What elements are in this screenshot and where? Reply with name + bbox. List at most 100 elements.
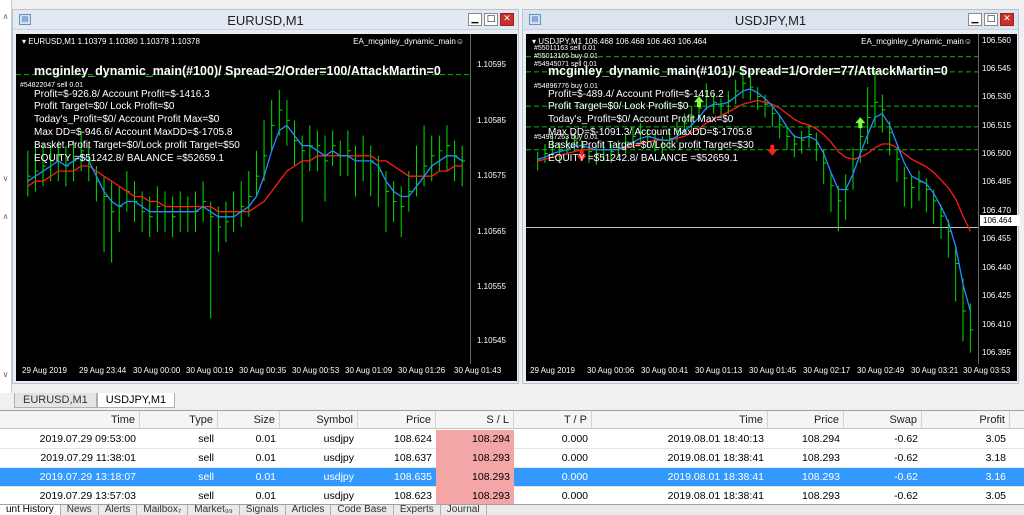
terminal-tab[interactable]: unt History <box>0 505 61 515</box>
table-row[interactable]: 2019.07.29 09:53:00 sell 0.01 usdjpy 108.624… <box>0 430 1024 449</box>
column-header-close-price[interactable]: Price <box>768 411 844 429</box>
window-titlebar[interactable]: ▤ USDJPY,M1 ▁ □ ✕ <box>523 10 1018 30</box>
maximize-button[interactable]: □ <box>984 13 998 26</box>
time-label: 30 Aug 03:53 <box>963 366 1011 375</box>
column-header-stop-loss[interactable]: S / L <box>436 411 514 429</box>
column-header-symbol[interactable]: Symbol <box>280 411 358 429</box>
cell-open-time: 2019.07.29 11:38:01 <box>40 452 136 464</box>
terminal-tab[interactable]: Experts <box>394 505 441 515</box>
time-label: 30 Aug 00:19 <box>186 366 234 375</box>
time-label: 30 Aug 01:26 <box>398 366 446 375</box>
cell-type: sell <box>198 433 214 445</box>
terminal-tab[interactable]: Mailbox₇ <box>137 505 189 515</box>
column-header-swap[interactable]: Swap <box>844 411 922 429</box>
price-scale[interactable]: 1.10595 1.10585 1.10575 1.10565 1.10555 … <box>470 34 517 364</box>
column-header-take-profit[interactable]: T / P <box>514 411 592 429</box>
price-chart[interactable]: ▾ USDJPY,M1 106.468 106.468 106.463 106.… <box>526 34 978 364</box>
close-button[interactable]: ✕ <box>500 13 514 26</box>
cell-profit: 3.18 <box>985 452 1006 464</box>
stat-max-dd: Max DD=$-946.6/ Account MaxDD=$-1705.8 <box>34 127 233 138</box>
window-title: USDJPY,M1 <box>734 13 807 28</box>
terminal-tab[interactable]: Alerts <box>99 505 138 515</box>
price-label: 1.10555 <box>477 282 506 291</box>
cell-close-time: 2019.08.01 18:40:13 <box>667 433 764 445</box>
cell-type: sell <box>198 471 214 483</box>
column-header-profit[interactable]: Profit <box>922 411 1010 429</box>
time-scale[interactable]: 29 Aug 2019 30 Aug 00:06 30 Aug 00:41 30… <box>526 364 1017 381</box>
time-label: 30 Aug 00:35 <box>239 366 287 375</box>
cell-profit: 3.05 <box>985 433 1006 445</box>
stat-basket-target: Basket Profit Target=$0/Lock profit Targ… <box>34 140 240 151</box>
price-label: 106.470 <box>982 206 1011 215</box>
chart-window-eurusd[interactable]: ▤ EURUSD,M1 ▁ □ ✕ ▾ EURUSD,M1 1.10379 1.… <box>12 9 519 384</box>
cell-stop-loss: 108.293 <box>436 449 514 468</box>
stat-profit-target: Profit Target=$0/ Lock Profit=$0 <box>548 101 689 112</box>
slow-ma-line <box>27 155 463 213</box>
stat-basket-target: Basket Profit Target=$0/Lock profit Targ… <box>548 140 754 151</box>
terminal-tab[interactable]: Journal <box>441 505 487 515</box>
window-title: EURUSD,M1 <box>227 13 304 28</box>
cell-close-time: 2019.08.01 18:38:41 <box>667 452 764 464</box>
time-label: 30 Aug 02:49 <box>857 366 905 375</box>
minimize-button[interactable]: ▁ <box>468 13 482 26</box>
sell-arrow-icon <box>767 144 778 156</box>
stat-equity-balance: EQUITY =$51242.8/ BALANCE =$52659.1 <box>34 153 224 164</box>
cell-swap: -0.62 <box>894 433 918 445</box>
price-label: 106.545 <box>982 64 1011 73</box>
table-row[interactable]: 2019.07.29 11:38:01 sell 0.01 usdjpy 108.637… <box>0 449 1024 468</box>
cell-take-profit: 0.000 <box>561 471 588 483</box>
chart-window-usdjpy[interactable]: ▤ USDJPY,M1 ▁ □ ✕ ▾ USDJPY,M1 106.468 10… <box>522 9 1020 384</box>
terminal-tab[interactable]: News <box>61 505 99 515</box>
terminal-tab[interactable]: Code Base <box>331 505 394 515</box>
cell-stop-loss: 108.294 <box>436 430 514 449</box>
price-scale[interactable]: 106.560 106.545 106.530 106.515 106.500 … <box>978 34 1020 364</box>
scroll-down-arrow-icon[interactable]: ∨ <box>1 172 10 186</box>
scroll-up-arrow-icon[interactable]: ∧ <box>1 10 10 24</box>
minimize-button[interactable]: ▁ <box>968 13 982 26</box>
maximize-button[interactable]: □ <box>484 13 498 26</box>
scroll-down-arrow-icon[interactable]: ∨ <box>1 368 10 382</box>
column-header-type[interactable]: Type <box>140 411 218 429</box>
window-titlebar[interactable]: ▤ EURUSD,M1 ▁ □ ✕ <box>13 10 518 30</box>
price-label: 1.10545 <box>477 336 506 345</box>
time-label: 30 Aug 00:41 <box>641 366 689 375</box>
terminal-tab[interactable]: Signals <box>240 505 286 515</box>
cell-close-price: 108.294 <box>802 433 840 445</box>
cell-size: 0.01 <box>255 471 276 483</box>
price-label: 1.10565 <box>477 227 506 236</box>
cell-size: 0.01 <box>255 452 276 464</box>
chart-tab-bar: EURUSD,M1 USDJPY,M1 <box>14 393 176 408</box>
close-button[interactable]: ✕ <box>1000 13 1014 26</box>
cell-size: 0.01 <box>255 433 276 445</box>
cell-open-time: 2019.07.29 13:18:07 <box>39 471 136 483</box>
time-label: 30 Aug 00:06 <box>587 366 635 375</box>
price-label: 106.515 <box>982 121 1011 130</box>
stat-profit-target: Profit Target=$0/ Lock Profit=$0 <box>34 101 175 112</box>
table-row[interactable]: 2019.07.29 13:18:07 sell 0.01 usdjpy 108.635… <box>0 468 1024 487</box>
column-header-size[interactable]: Size <box>218 411 280 429</box>
time-label: 30 Aug 01:45 <box>749 366 797 375</box>
chart-tab-usdjpy[interactable]: USDJPY,M1 <box>96 393 176 408</box>
price-chart[interactable]: ▾ EURUSD,M1 1.10379 1.10380 1.10378 1.10… <box>16 34 470 364</box>
order-label: #54822047 sell 0.01 <box>20 82 84 89</box>
table-header: Time Type Size Symbol Price S / L T / P … <box>0 411 1024 429</box>
cell-type: sell <box>198 452 214 464</box>
price-label: 106.530 <box>982 92 1011 101</box>
time-label: 29 Aug 2019 <box>22 366 67 375</box>
time-scale[interactable]: 29 Aug 2019 29 Aug 23:44 30 Aug 00:00 30… <box>16 364 517 381</box>
column-header-time[interactable]: Time <box>0 411 140 429</box>
cell-symbol: usdjpy <box>323 452 354 464</box>
column-header-close-time[interactable]: Time <box>592 411 768 429</box>
terminal-table: Time Type Size Symbol Price S / L T / P … <box>0 410 1024 506</box>
price-label: 106.410 <box>982 320 1011 329</box>
column-header-price[interactable]: Price <box>358 411 436 429</box>
price-label: 106.425 <box>982 291 1011 300</box>
price-label: 1.10595 <box>477 60 506 69</box>
expert-name: EA_mcginley_dynamic_main☺ <box>353 37 464 46</box>
stat-max-dd: Max DD=$-1091.3/ Account MaxDD=$-1705.8 <box>548 127 752 138</box>
terminal-tab[interactable]: Articles <box>286 505 332 515</box>
scroll-up-arrow-icon[interactable]: ∧ <box>1 210 10 224</box>
chart-tab-eurusd[interactable]: EURUSD,M1 <box>14 393 97 408</box>
terminal-tab[interactable]: Market₉₉ <box>188 505 240 515</box>
chart-symbol-header: ▾ EURUSD,M1 1.10379 1.10380 1.10378 1.10… <box>22 37 200 46</box>
